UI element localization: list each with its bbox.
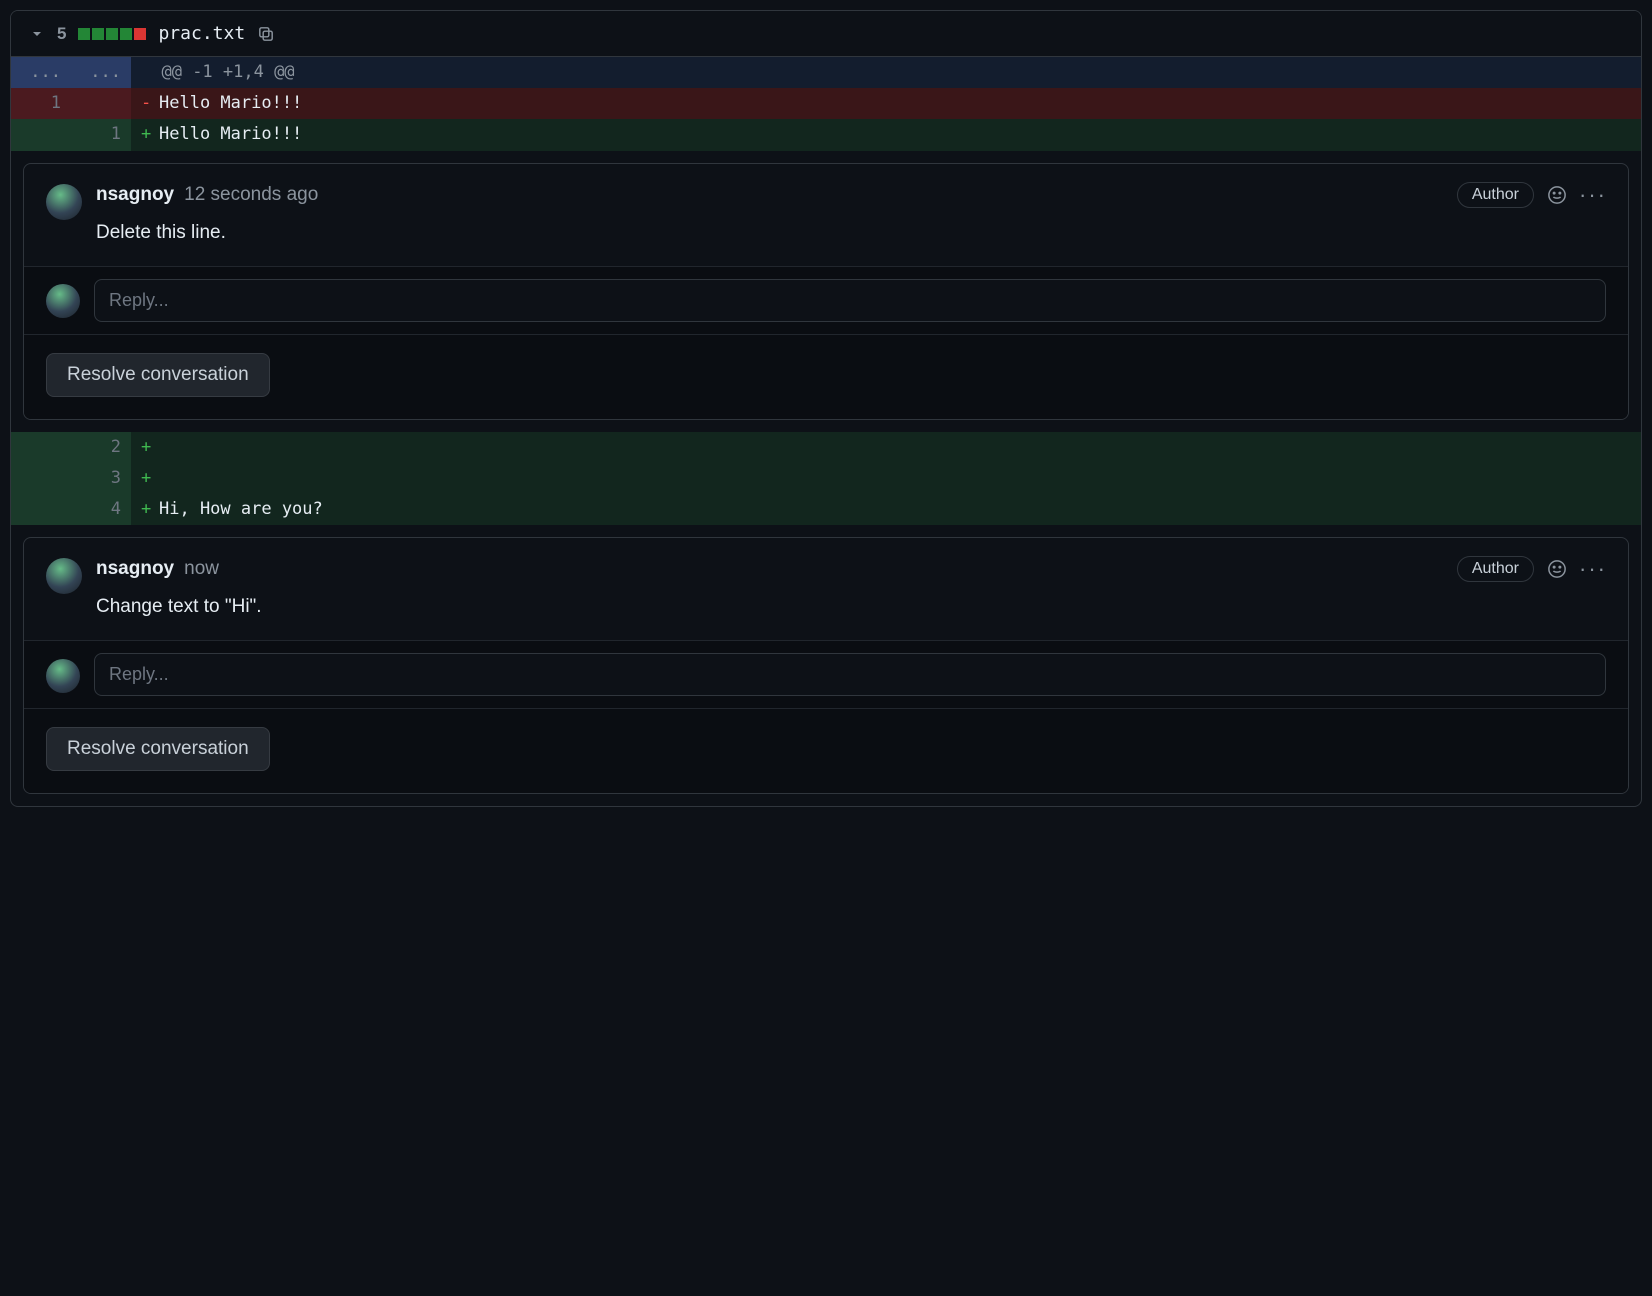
diff-line-code: +Hi, How are you? bbox=[131, 494, 1641, 525]
avatar[interactable] bbox=[46, 284, 80, 318]
diff-line-code: + bbox=[131, 463, 1641, 494]
hunk-header-row[interactable]: ... ... @@ -1 +1,4 @@ bbox=[11, 57, 1641, 88]
resolve-conversation-button[interactable]: Resolve conversation bbox=[46, 727, 270, 771]
line-number-new: 3 bbox=[71, 463, 131, 494]
emoji-reaction-icon[interactable] bbox=[1544, 182, 1570, 208]
diff-line-code: + bbox=[131, 432, 1641, 463]
filename[interactable]: prac.txt bbox=[158, 23, 245, 44]
review-thread: nsagnoy 12 seconds ago Author ··· Delete… bbox=[11, 151, 1641, 432]
resolve-conversation-button[interactable]: Resolve conversation bbox=[46, 353, 270, 397]
reply-input[interactable] bbox=[94, 653, 1606, 696]
line-number-old bbox=[11, 463, 71, 494]
thread-actions: Resolve conversation bbox=[24, 334, 1628, 419]
file-header: 5 prac.txt bbox=[11, 11, 1641, 57]
review-comment: nsagnoy now Author ··· Change text to "H… bbox=[24, 538, 1628, 640]
line-number-old: 1 bbox=[11, 88, 71, 119]
diff-line-code: -Hello Mario!!! bbox=[131, 88, 1641, 119]
comment-header: nsagnoy now Author ··· bbox=[96, 556, 1606, 582]
diff-line-added[interactable]: 2 + bbox=[11, 432, 1641, 463]
avatar[interactable] bbox=[46, 659, 80, 693]
diff-line-deleted[interactable]: 1 -Hello Mario!!! bbox=[11, 88, 1641, 119]
diff-line-added[interactable]: 4 +Hi, How are you? bbox=[11, 494, 1641, 525]
comment-author[interactable]: nsagnoy bbox=[96, 184, 174, 206]
copy-path-icon[interactable] bbox=[257, 25, 275, 43]
thread-actions: Resolve conversation bbox=[24, 708, 1628, 793]
reply-row bbox=[24, 640, 1628, 708]
diffstat-bar bbox=[78, 28, 146, 40]
hunk-dots: ... bbox=[11, 57, 71, 88]
author-badge: Author bbox=[1457, 182, 1534, 208]
comment-header: nsagnoy 12 seconds ago Author ··· bbox=[96, 182, 1606, 208]
review-thread: nsagnoy now Author ··· Change text to "H… bbox=[11, 525, 1641, 806]
thread-card: nsagnoy 12 seconds ago Author ··· Delete… bbox=[23, 163, 1629, 420]
thread-card: nsagnoy now Author ··· Change text to "H… bbox=[23, 537, 1629, 794]
author-badge: Author bbox=[1457, 556, 1534, 582]
line-number-old bbox=[11, 119, 71, 150]
comment-timestamp[interactable]: 12 seconds ago bbox=[184, 184, 318, 206]
diff-table-top: ... ... @@ -1 +1,4 @@ 1 -Hello Mario!!! … bbox=[11, 57, 1641, 151]
avatar[interactable] bbox=[46, 558, 82, 594]
line-number-old bbox=[11, 494, 71, 525]
line-number-new: 2 bbox=[71, 432, 131, 463]
hunk-header-text: @@ -1 +1,4 @@ bbox=[131, 57, 1641, 88]
change-count: 5 bbox=[57, 24, 66, 44]
line-number-old bbox=[11, 432, 71, 463]
line-number-new: 1 bbox=[71, 119, 131, 150]
comment-body-text: Change text to "Hi". bbox=[96, 596, 1606, 618]
kebab-menu-icon[interactable]: ··· bbox=[1580, 182, 1606, 208]
chevron-down-icon[interactable] bbox=[29, 26, 45, 42]
comment-author[interactable]: nsagnoy bbox=[96, 558, 174, 580]
kebab-menu-icon[interactable]: ··· bbox=[1580, 556, 1606, 582]
line-number-new bbox=[71, 88, 131, 119]
diff-line-code: +Hello Mario!!! bbox=[131, 119, 1641, 150]
comment-timestamp[interactable]: now bbox=[184, 558, 219, 580]
avatar[interactable] bbox=[46, 184, 82, 220]
reply-input[interactable] bbox=[94, 279, 1606, 322]
diff-table-bottom: 2 + 3 + 4 +Hi, How are you? bbox=[11, 432, 1641, 526]
diff-line-added[interactable]: 1 +Hello Mario!!! bbox=[11, 119, 1641, 150]
review-comment: nsagnoy 12 seconds ago Author ··· Delete… bbox=[24, 164, 1628, 266]
hunk-dots: ... bbox=[71, 57, 131, 88]
reply-row bbox=[24, 266, 1628, 334]
emoji-reaction-icon[interactable] bbox=[1544, 556, 1570, 582]
comment-body-text: Delete this line. bbox=[96, 222, 1606, 244]
file-diff-box: 5 prac.txt ... ... @@ -1 +1,4 @@ 1 -Hell… bbox=[10, 10, 1642, 807]
line-number-new: 4 bbox=[71, 494, 131, 525]
diff-line-added[interactable]: 3 + bbox=[11, 463, 1641, 494]
